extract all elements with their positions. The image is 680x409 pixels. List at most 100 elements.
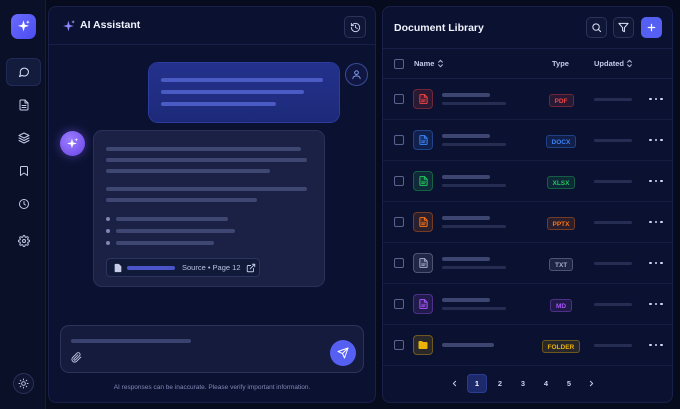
- table-row[interactable]: TXT: [383, 243, 672, 284]
- page-button[interactable]: 4: [536, 374, 556, 393]
- row-checkbox[interactable]: [394, 94, 404, 104]
- file-name-line: [442, 93, 490, 97]
- select-all-checkbox[interactable]: [394, 59, 404, 69]
- message-text-line: [161, 90, 304, 94]
- app-logo[interactable]: [11, 14, 36, 39]
- bullet-text-line: [116, 229, 235, 233]
- page-button[interactable]: 5: [559, 374, 579, 393]
- message-text-line: [106, 158, 307, 162]
- sort-icon[interactable]: [437, 59, 444, 68]
- library-title: Document Library: [394, 22, 484, 34]
- file-type-badge: FOLDER: [541, 340, 581, 353]
- file-name-line: [442, 175, 490, 179]
- chat-panel: AI Assistant Source • Page 12 AI respons…: [48, 6, 376, 403]
- row-checkbox[interactable]: [394, 258, 404, 268]
- updated-date-line: [594, 180, 632, 183]
- file-name-line: [442, 257, 490, 261]
- row-more-actions-icon[interactable]: [649, 342, 663, 348]
- message-text-line: [106, 187, 307, 191]
- column-header-type: Type: [552, 59, 569, 68]
- gear-icon: [17, 235, 30, 247]
- chevron-right-icon[interactable]: [587, 379, 596, 388]
- updated-date-line: [594, 344, 632, 347]
- theme-toggle[interactable]: [13, 373, 34, 394]
- file-meta-line: [442, 184, 506, 187]
- search-icon: [592, 23, 602, 33]
- row-checkbox[interactable]: [394, 135, 404, 145]
- message-text-line: [161, 78, 323, 82]
- column-header-updated[interactable]: Updated: [594, 59, 624, 68]
- document-icon: [114, 263, 122, 273]
- file-type-badge: TXT: [549, 258, 574, 271]
- file-name-line: [442, 298, 490, 302]
- row-checkbox[interactable]: [394, 299, 404, 309]
- message-text-line: [161, 102, 276, 106]
- page-button[interactable]: 1: [467, 374, 487, 393]
- file-name-line: [442, 134, 490, 138]
- updated-date-line: [594, 98, 632, 101]
- send-button[interactable]: [330, 340, 356, 366]
- file-meta-line: [442, 143, 506, 146]
- file-meta-line: [442, 225, 506, 228]
- sparkle-icon: [63, 20, 75, 32]
- left-rail: [0, 0, 46, 409]
- file-type-badge: XLSX: [546, 176, 576, 189]
- column-header-name[interactable]: Name: [414, 59, 434, 68]
- rail-item-history[interactable]: [6, 190, 41, 218]
- table-row[interactable]: PPTX: [383, 202, 672, 243]
- rail-item-settings[interactable]: [6, 227, 41, 255]
- row-checkbox[interactable]: [394, 217, 404, 227]
- markdown-file-icon: [413, 294, 433, 314]
- chevron-left-icon[interactable]: [450, 379, 459, 388]
- rail-item-chat[interactable]: [6, 58, 41, 86]
- composer-placeholder-line: [71, 339, 191, 343]
- add-document-button[interactable]: [641, 17, 662, 38]
- source-name-line: [127, 266, 175, 270]
- search-button[interactable]: [586, 17, 607, 38]
- table-row[interactable]: XLSX: [383, 161, 672, 202]
- row-checkbox[interactable]: [394, 340, 404, 350]
- file-name-line: [442, 216, 490, 220]
- table-row[interactable]: PDF: [383, 79, 672, 120]
- file-name-line: [442, 343, 494, 347]
- sun-icon: [18, 378, 29, 389]
- row-more-actions-icon[interactable]: [649, 96, 663, 102]
- updated-date-line: [594, 262, 632, 265]
- chat-bubble-icon: [18, 67, 29, 77]
- table-row[interactable]: FOLDER: [383, 325, 672, 366]
- row-more-actions-icon[interactable]: [649, 137, 663, 143]
- row-more-actions-icon[interactable]: [649, 178, 663, 184]
- chat-header: AI Assistant: [49, 7, 375, 45]
- user-avatar: [345, 63, 368, 86]
- file-type-badge: DOCX: [545, 135, 577, 148]
- layers-icon: [18, 132, 29, 144]
- file-type-badge: PDF: [548, 94, 574, 107]
- source-chip[interactable]: Source • Page 12: [106, 258, 260, 277]
- filter-button[interactable]: [613, 17, 634, 38]
- chat-history-button[interactable]: [344, 16, 366, 38]
- message-text-line: [106, 198, 257, 202]
- file-type-badge: MD: [550, 299, 573, 312]
- row-more-actions-icon[interactable]: [649, 301, 663, 307]
- sparkle-icon: [17, 20, 30, 32]
- ai-avatar: [60, 131, 85, 156]
- pdf-file-icon: [413, 89, 433, 109]
- message-composer[interactable]: [60, 325, 364, 373]
- bookmark-icon: [19, 166, 28, 176]
- page-button[interactable]: 3: [513, 374, 533, 393]
- row-more-actions-icon[interactable]: [649, 260, 663, 266]
- table-row[interactable]: MD: [383, 284, 672, 325]
- row-more-actions-icon[interactable]: [649, 219, 663, 225]
- attach-button[interactable]: [71, 352, 82, 363]
- rail-item-layers[interactable]: [6, 124, 41, 152]
- rail-item-bookmarks[interactable]: [6, 157, 41, 185]
- ai-disclaimer: AI responses can be inaccurate. Please v…: [113, 384, 311, 391]
- page-button[interactable]: 2: [490, 374, 510, 393]
- sparkle-icon: [67, 138, 78, 149]
- rail-item-documents[interactable]: [6, 91, 41, 119]
- table-row[interactable]: DOCX: [383, 120, 672, 161]
- sort-icon[interactable]: [626, 59, 633, 68]
- row-checkbox[interactable]: [394, 176, 404, 186]
- table-header: Name Type Updated: [383, 48, 672, 79]
- message-text-line: [106, 147, 301, 151]
